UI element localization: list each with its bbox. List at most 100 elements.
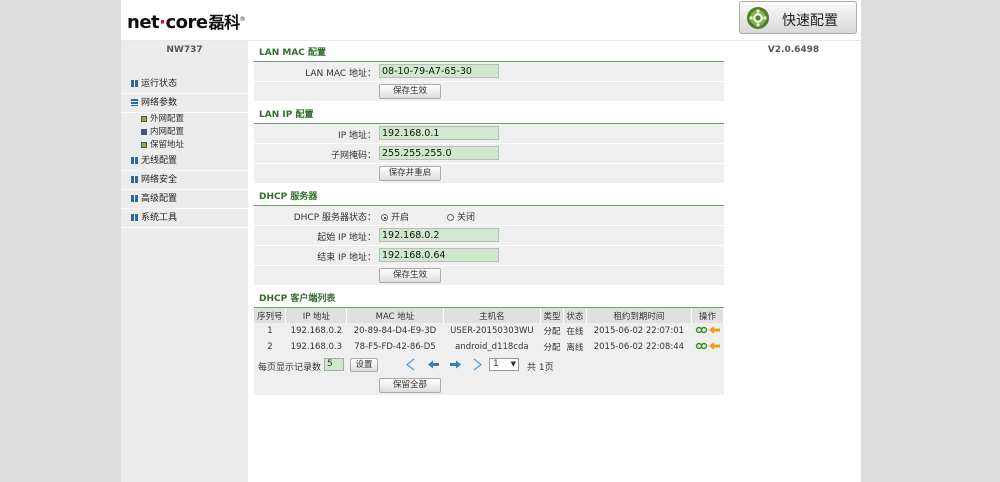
cell-index: 1 [254,323,286,339]
grid-icon [131,176,138,183]
sidebar-item-tools[interactable]: 系统工具 [121,209,248,228]
quick-config-label: 快速配置 [782,13,838,29]
form-row: 结束 IP 地址： 192.168.0.64 [254,246,724,266]
form-row: 起始 IP 地址： 192.168.0.2 [254,226,724,246]
field-label: 子网掩码： [330,151,376,161]
arrow-right-icon [141,129,147,135]
save-restart-button[interactable]: 保存并重启 [379,166,441,181]
column-header: 序列号 [254,308,287,323]
cell-mac: 20-89-84-D4-E9-3D [346,323,444,339]
prev-page-icon[interactable] [428,360,439,369]
radio-checked-icon [381,214,388,221]
set-button[interactable]: 设置 [350,358,378,372]
registered-mark: ® [239,16,246,23]
sidebar-item-advanced[interactable]: 高级配置 [121,190,248,209]
next-page-icon[interactable] [450,360,461,369]
column-header: IP 地址 [285,308,348,323]
radio-label: 开启 [391,213,410,223]
grid-icon [131,195,138,202]
cell-actions [691,323,724,339]
dhcp-section: DHCP 服务器 DHCP 服务器状态： 开启 关闭 起始 IP 地址： 192… [254,190,724,286]
field-label: DHCP 服务器状态： [293,213,376,223]
cell-type: 分配 [540,339,564,355]
start-ip-input[interactable]: 192.168.0.2 [379,228,499,242]
cell-ip: 192.168.0.3 [285,339,347,355]
per-page-input[interactable]: 5 [324,358,344,371]
save-dhcp-button[interactable]: 保存生效 [379,268,441,283]
cell-state: 在线 [563,323,587,339]
sidebar-item-label: 系统工具 [141,213,178,223]
save-mac-button[interactable]: 保存生效 [379,84,441,99]
end-ip-input[interactable]: 192.168.0.64 [379,248,499,262]
model-name: NW737 [166,45,203,55]
cell-mac: 78-F5-FD-42-86-D5 [346,339,444,355]
dhcp-on-radio[interactable]: 开启 [381,210,409,223]
dhcp-off-radio[interactable]: 关闭 [447,210,475,223]
form-row: LAN MAC 地址： 08-10-79-A7-65-30 [254,62,724,82]
ip-address-input[interactable]: 192.168.0.1 [379,126,499,140]
sidebar-subitem-label: 内网配置 [150,127,185,137]
sidebar-subitem-reserved[interactable]: 保留地址 [121,139,248,152]
section-title: LAN MAC 配置 [254,46,724,62]
per-page-label: 每页显示记录数 [258,363,322,373]
cell-state: 离线 [563,339,587,355]
form-row: 保存生效 [254,82,724,102]
table-row: 1 192.168.0.2 20-89-84-D4-E9-3D USER-201… [254,323,724,339]
first-page-icon[interactable] [405,358,415,371]
firmware-version: V2.0.6498 [767,45,820,55]
dropdown-arrow-icon: ▼ [510,360,516,368]
page-select-value: 1 [493,359,499,369]
list-icon [131,99,138,106]
subnet-mask-input[interactable]: 255.255.255.0 [379,146,499,160]
lan-mac-section: LAN MAC 配置 LAN MAC 地址： 08-10-79-A7-65-30… [254,46,724,102]
sidebar-subitem-wan[interactable]: 外网配置 [121,113,248,126]
field-label: 结束 IP 地址： [317,253,376,263]
section-title: DHCP 客户端列表 [254,292,724,308]
field-label: 起始 IP 地址： [317,233,376,243]
back-arrow-icon[interactable] [708,325,720,334]
sidebar-subitem-label: 保留地址 [150,140,185,150]
main-content: LAN MAC 配置 LAN MAC 地址： 08-10-79-A7-65-30… [248,41,726,482]
cell-hostname: android_d118cda [443,339,541,355]
row-actions [695,341,720,350]
sidebar-menu: 运行状态 网络参数 外网配置 内网配置 保留地址 无线配置 网络安全 高级配置 … [121,75,248,228]
pagination-bar: 每页显示记录数 5 设置 1 ▼ 共 1页 [254,355,724,375]
gear-icon [747,7,769,29]
total-pages: 共 1页 [527,363,554,373]
lan-mac-input[interactable]: 08-10-79-A7-65-30 [379,64,499,78]
sidebar-item-status[interactable]: 运行状态 [121,75,248,94]
column-header: MAC 地址 [346,308,444,323]
radio-unchecked-icon [447,214,454,221]
back-arrow-icon[interactable] [708,341,720,350]
form-row: 子网掩码： 255.255.255.0 [254,144,724,164]
link-icon[interactable] [695,326,707,333]
save-all-row: 保留全部 [254,375,724,395]
section-title: DHCP 服务器 [254,190,724,206]
last-page-icon[interactable] [473,358,483,371]
grid-icon [131,80,138,87]
sidebar-item-label: 网络参数 [141,98,178,108]
page-select[interactable]: 1 ▼ [489,358,519,371]
sidebar-item-security[interactable]: 网络安全 [121,171,248,190]
lan-ip-section: LAN IP 配置 IP 地址： 192.168.0.1 子网掩码： 255.2… [254,108,724,184]
save-all-button[interactable]: 保留全部 [379,378,441,393]
brand-text-net: net [127,12,160,33]
form-row: IP 地址： 192.168.0.1 [254,124,724,144]
cell-lease: 2015-06-02 22:07:01 [586,323,692,339]
cell-ip: 192.168.0.2 [285,323,347,339]
field-label: LAN MAC 地址： [305,69,376,79]
netcore-logo: net·core磊科® [127,9,246,33]
sidebar-item-network[interactable]: 网络参数 [121,94,248,113]
form-row: 保存生效 [254,266,724,286]
quick-config-button[interactable]: 快速配置 [739,1,857,34]
sidebar-item-label: 高级配置 [141,194,178,204]
bullet-icon [141,116,147,122]
sidebar-item-label: 无线配置 [141,156,178,166]
field-label: IP 地址： [338,131,376,141]
sidebar-item-wireless[interactable]: 无线配置 [121,152,248,171]
row-actions [695,325,720,334]
link-icon[interactable] [695,342,707,349]
dhcp-client-section: DHCP 客户端列表 序列号 IP 地址 MAC 地址 主机名 类型 状态 租约… [254,292,724,395]
radio-label: 关闭 [457,213,476,223]
sidebar-subitem-lan[interactable]: 内网配置 [121,126,248,139]
